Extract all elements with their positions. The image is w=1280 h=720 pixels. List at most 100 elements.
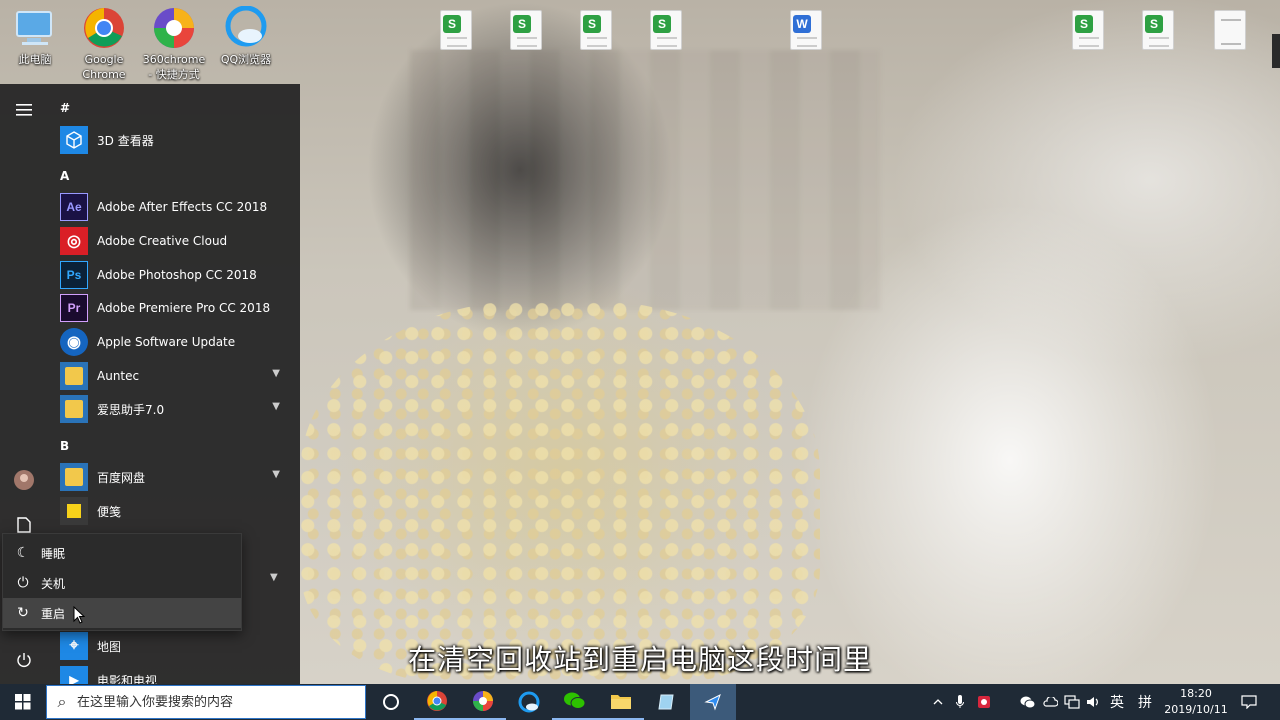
action-center-icon[interactable] [1238,684,1260,720]
clock-time: 18:20 [1180,687,1212,700]
power-item-label: 重启 [41,606,66,621]
power-item-label: 关机 [41,576,66,591]
app-folder-baidu[interactable]: 百度网盘 ▼ [60,461,288,493]
pin-app-icon[interactable] [690,684,736,720]
user-avatar[interactable] [8,464,40,496]
group-header-hash[interactable]: # [60,101,70,115]
chevron-down-icon[interactable]: ▼ [272,469,280,480]
photoshop-icon: Ps [60,261,88,289]
edge-icon[interactable] [506,684,552,720]
taskbar: ⌕ 英 拼 18:20 [0,684,1280,720]
spreadsheet-file-icon[interactable]: S [1072,10,1104,50]
windows-logo-icon [15,694,31,710]
creative-cloud-icon: ◎ [60,227,88,255]
app-premiere-pro[interactable]: Pr Adobe Premiere Pro CC 2018 [60,292,288,324]
notepad-icon[interactable] [644,684,690,720]
cortana-icon[interactable] [368,684,414,720]
app-label: Adobe Creative Cloud [97,234,228,248]
power-shutdown[interactable]: ⏻ 关机 [3,568,241,598]
wallpaper-blurred-area [410,50,880,310]
app-after-effects[interactable]: Ae Adobe After Effects CC 2018 [60,191,288,223]
wechat-icon[interactable] [552,684,598,720]
group-header-b[interactable]: B [60,439,69,453]
power-sleep[interactable]: ☾ 睡眠 [3,538,241,568]
360chrome-icon[interactable] [460,684,506,720]
hamburger-menu-icon[interactable] [8,94,40,126]
power-item-label: 睡眠 [41,546,66,561]
desktop-icon-label: QQ浏览器 [220,53,272,66]
chrome-icon [82,6,126,50]
windows-start-button[interactable] [0,684,46,720]
chevron-down-icon[interactable]: ▼ [270,572,278,583]
power-menu: ☾ 睡眠 ⏻ 关机 ↻ 重启 [2,533,242,631]
ime-mode-indicator[interactable]: 拼 [1134,684,1156,720]
taskbar-search-box[interactable]: ⌕ [46,685,366,719]
app-photoshop[interactable]: Ps Adobe Photoshop CC 2018 [60,259,288,291]
desktop-icon-360chrome[interactable]: 360chrome - 快捷方式 [142,6,206,82]
spreadsheet-file-icon[interactable]: S [510,10,542,50]
app-folder-aisi[interactable]: 爱思助手7.0 ▼ [60,393,288,425]
sticky-notes-icon [60,497,88,525]
group-header-a[interactable]: A [60,169,69,183]
app-3d-viewer[interactable]: 3D 查看器 [60,124,288,156]
word-file-icon[interactable]: W [790,10,822,50]
mouse-cursor-icon [73,606,85,624]
app-label: 3D 查看器 [97,133,154,148]
show-hidden-icons-chevron-icon[interactable] [928,684,948,720]
video-subtitle: 在清空回收站到重启电脑这段时间里 [407,643,872,676]
search-icon: ⌕ [57,692,67,711]
after-effects-icon: Ae [60,193,88,221]
app-sticky-notes[interactable]: 便笺 [60,495,288,527]
ime-language-indicator[interactable]: 英 [1106,684,1128,720]
app-label: 便笺 [97,504,122,519]
apple-software-update-icon: ◉ [60,328,88,356]
app-folder-auntec[interactable]: Auntec ▼ [60,360,288,392]
360chrome-icon [152,6,196,50]
app-apple-software-update[interactable]: ◉ Apple Software Update [60,326,288,358]
chevron-down-icon[interactable]: ▼ [272,401,280,412]
network-icon[interactable] [1062,684,1082,720]
cloud-icon[interactable] [1040,684,1060,720]
folder-icon [60,362,88,390]
recorder-icon[interactable] [974,684,994,720]
shutdown-icon: ⏻ [17,575,29,591]
microphone-icon[interactable] [950,684,970,720]
app-label: Adobe Premiere Pro CC 2018 [97,301,271,315]
sleep-icon: ☾ [16,545,30,561]
app-label: 爱思助手7.0 [97,402,165,417]
premiere-pro-icon: Pr [60,294,88,322]
restart-icon: ↻ [17,605,29,621]
app-label: Apple Software Update [97,335,236,349]
power-restart[interactable]: ↻ 重启 [3,598,241,628]
chevron-down-icon[interactable]: ▼ [272,368,280,379]
clock-date: 2019/10/11 [1164,703,1228,716]
file-explorer-icon[interactable] [598,684,644,720]
spreadsheet-file-icon[interactable]: S [440,10,472,50]
desktop-edge-widget [1272,34,1280,68]
spreadsheet-file-icon[interactable]: S [650,10,682,50]
wechat-tray-icon[interactable] [1018,684,1038,720]
text-file-icon[interactable] [1214,10,1246,50]
spreadsheet-file-icon[interactable]: S [580,10,612,50]
desktop-icon-google-chrome[interactable]: Google Chrome [72,6,136,82]
computer-icon [13,6,57,50]
3d-viewer-icon [60,126,88,154]
chrome-icon[interactable] [414,684,460,720]
app-label: Adobe Photoshop CC 2018 [97,268,257,282]
desktop-icon-label: 360chrome - 快捷方式 [142,53,206,81]
desktop-icon-label: Google Chrome [82,53,126,81]
desktop-icon-label: 此电脑 [18,53,52,66]
app-label: Adobe After Effects CC 2018 [97,200,268,214]
folder-icon [60,463,88,491]
desktop-icon-this-pc[interactable]: 此电脑 [3,6,67,67]
app-creative-cloud[interactable]: ◎ Adobe Creative Cloud [60,225,288,257]
app-label: Auntec [97,369,140,383]
search-input[interactable] [77,694,357,710]
volume-icon[interactable] [1084,684,1104,720]
spreadsheet-file-icon[interactable]: S [1142,10,1174,50]
qq-browser-icon [224,5,268,50]
app-label: 百度网盘 [97,470,146,485]
taskbar-clock[interactable]: 18:20 2019/10/11 [1156,686,1236,718]
desktop-icon-qq-browser[interactable]: QQ浏览器 [214,5,278,67]
wallpaper-flowers [300,300,820,684]
